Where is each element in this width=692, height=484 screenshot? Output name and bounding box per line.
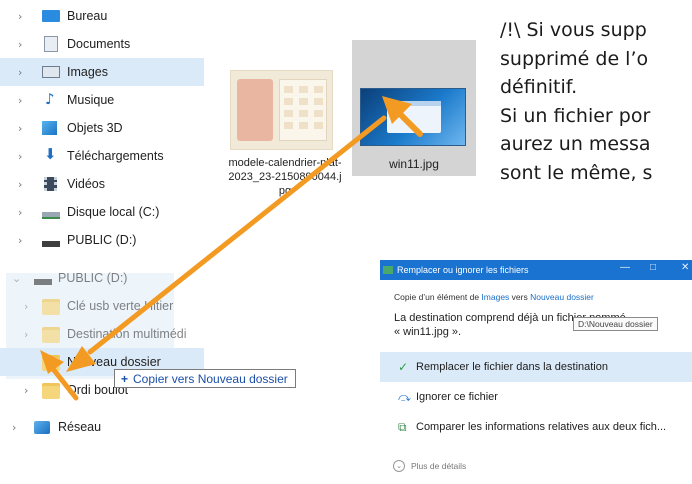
music-icon: ♪ — [45, 90, 55, 108]
window-preview — [387, 101, 441, 133]
close-button[interactable]: ✕ — [681, 262, 689, 273]
nav-item-label: Musique — [67, 93, 115, 107]
desktop-icon — [42, 10, 60, 22]
nav-item-label: PUBLIC (D:) — [67, 233, 137, 247]
chevron-right-icon[interactable]: › — [18, 178, 28, 191]
chevron-right-icon[interactable]: › — [18, 206, 28, 219]
calendar-thumbnail[interactable] — [230, 70, 333, 150]
nav-item-label: PUBLIC (D:) — [58, 271, 128, 285]
tutorial-text-line: supprimé de l’o — [500, 47, 649, 70]
chevron-right-icon[interactable]: › — [24, 384, 34, 397]
chevron-right-icon[interactable]: › — [18, 150, 28, 163]
nav-item-reseau[interactable]: › Réseau — [0, 413, 204, 441]
videos-icon — [44, 177, 57, 191]
drag-copy-tooltip: + Copier vers Nouveau dossier — [114, 369, 296, 388]
nav-item-objets-3d[interactable]: › Objets 3D — [0, 114, 204, 142]
chevron-right-icon[interactable]: › — [18, 10, 28, 23]
copy-info-text: Copie d’un élément de — [394, 292, 482, 302]
nav-item-disque-local[interactable]: › Disque local (C:) — [0, 198, 204, 226]
nav-item-label: Clé usb verte Hitier — [67, 299, 174, 313]
nav-item-images[interactable]: › Images — [0, 58, 204, 86]
usb-drive-icon — [42, 241, 60, 247]
nav-item-musique[interactable]: › ♪ Musique — [0, 86, 204, 114]
documents-icon — [44, 36, 58, 52]
compare-files-option[interactable]: ⧉ Comparer les informations relatives au… — [380, 412, 692, 442]
nav-item-label: Vidéos — [67, 177, 105, 191]
nav-item-telechargements[interactable]: › ⬇ Téléchargements — [0, 142, 204, 170]
tutorial-text-line: définitif. — [500, 76, 578, 98]
chevron-right-icon[interactable]: › — [18, 122, 28, 135]
win11-thumbnail[interactable] — [360, 88, 466, 146]
chevron-right-icon[interactable]: › — [24, 300, 34, 313]
nav-item-destination-multimedia[interactable]: › Destination multimédi — [0, 320, 204, 348]
tutorial-text-line: aurez un messa — [500, 133, 651, 155]
copy-info-text: vers — [509, 292, 531, 302]
folder-icon — [42, 355, 60, 371]
navigation-pane: › Bureau › Documents › Images › ♪ Musiqu… — [0, 0, 206, 484]
dialog-app-icon — [383, 266, 393, 274]
nav-item-label: Disque local (C:) — [67, 205, 160, 219]
nav-item-label: Réseau — [58, 420, 102, 434]
skip-file-option[interactable]: ⤼ Ignorer ce fichier — [380, 382, 692, 412]
folder-icon — [42, 383, 60, 399]
dialog-title-bar[interactable]: Remplacer ou ignorer les fichiers — □ ✕ — [380, 260, 692, 280]
3d-objects-icon — [42, 121, 57, 135]
chevron-right-icon[interactable]: › — [12, 421, 22, 434]
chevron-down-icon: ⌄ — [393, 460, 405, 472]
chevron-right-icon[interactable]: › — [18, 66, 28, 79]
nav-item-videos[interactable]: › Vidéos — [0, 170, 204, 198]
tutorial-text: /!\ Si vous supp supprimé de l’o définit… — [500, 16, 692, 187]
usb-drive-icon — [34, 279, 52, 285]
network-icon — [34, 421, 50, 434]
copy-info: Copie d’un élément de Images vers Nouvea… — [394, 292, 594, 302]
option-label: Ignorer ce fichier — [416, 391, 498, 403]
chevron-right-icon[interactable]: › — [18, 94, 28, 107]
drag-copy-label: Copier vers Nouveau dossier — [133, 371, 288, 386]
maximize-button[interactable]: □ — [650, 262, 656, 273]
nav-item-label: Documents — [67, 37, 131, 51]
folder-icon — [42, 299, 60, 315]
nav-item-cle-usb[interactable]: › Clé usb verte Hitier — [0, 292, 204, 320]
option-label: Comparer les informations relatives aux … — [416, 421, 667, 433]
win11-filename[interactable]: win11.jpg — [352, 157, 476, 171]
plus-icon: + — [121, 371, 129, 386]
tutorial-text-line: sont le même, s — [500, 161, 653, 184]
tutorial-text-line: /!\ Si vous supp — [500, 19, 647, 41]
minimize-button[interactable]: — — [620, 262, 630, 273]
chevron-right-icon[interactable]: › — [24, 328, 34, 341]
chevron-down-icon[interactable]: ⌄ — [12, 272, 22, 285]
compare-icon: ⧉ — [398, 419, 407, 434]
option-label: Remplacer le fichier dans la destination — [416, 361, 608, 373]
destination-folder-link[interactable]: Nouveau dossier — [530, 292, 594, 302]
local-disk-icon — [42, 212, 60, 219]
calendar-illustration — [237, 79, 273, 141]
folder-icon — [42, 327, 60, 343]
more-details-label: Plus de détails — [411, 461, 467, 471]
checkmark-icon: ✓ — [398, 360, 409, 374]
nav-item-label: Objets 3D — [67, 121, 123, 135]
calendar-filename[interactable]: modele-calendrier-plat-2023_23-215089004… — [226, 156, 344, 198]
nav-item-label: Images — [67, 65, 108, 79]
source-folder-link[interactable]: Images — [481, 292, 509, 302]
nav-item-label: Destination multimédi — [67, 327, 187, 341]
path-tooltip: D:\Nouveau dossier — [573, 317, 658, 331]
nav-item-bureau[interactable]: › Bureau — [0, 2, 204, 30]
images-icon — [42, 66, 60, 78]
nav-item-public-d[interactable]: › PUBLIC (D:) — [0, 226, 204, 254]
skip-icon: ⤼ — [398, 389, 411, 404]
nav-item-label: Nouveau dossier — [67, 355, 161, 369]
dialog-title: Remplacer ou ignorer les fichiers — [397, 265, 529, 275]
nav-item-label: Bureau — [67, 9, 108, 23]
nav-item-public-d-expanded[interactable]: ⌄ PUBLIC (D:) — [0, 264, 204, 292]
replace-file-option[interactable]: ✓ Remplacer le fichier dans la destinati… — [380, 352, 692, 382]
chevron-right-icon[interactable]: › — [18, 38, 28, 51]
chevron-right-icon[interactable]: › — [18, 234, 28, 247]
nav-item-label: Téléchargements — [67, 149, 164, 163]
tutorial-text-line: Si un fichier por — [500, 104, 651, 127]
downloads-icon: ⬇ — [44, 145, 57, 163]
more-details-toggle[interactable]: ⌄ Plus de détails — [393, 460, 466, 472]
calendar-grid — [279, 79, 327, 141]
nav-item-documents[interactable]: › Documents — [0, 30, 204, 58]
